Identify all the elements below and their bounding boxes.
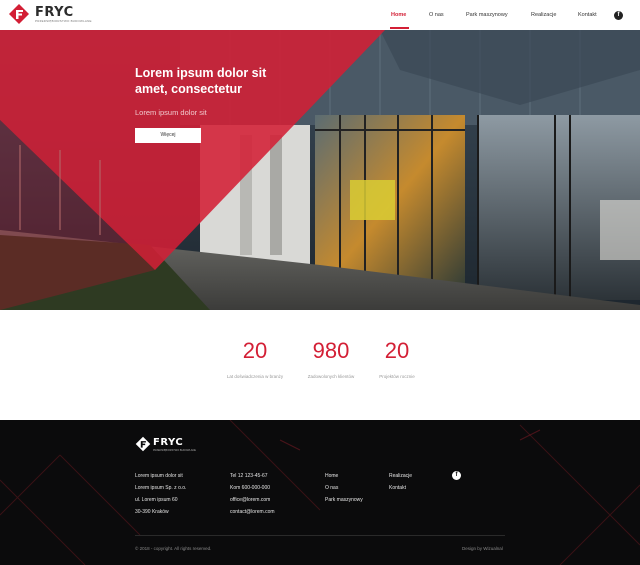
more-button[interactable]: Więcej (135, 128, 201, 143)
logo-wordmark: FRYC (35, 5, 74, 20)
logo-tagline: PRZEDSIĘBIORSTWO BUDOWLANE (35, 19, 92, 23)
hero-building-image (0, 30, 640, 310)
nav-item-kontakt[interactable]: Kontakt (578, 12, 597, 18)
nav-item-home[interactable]: Home (391, 12, 406, 18)
footer-link-park-maszynowy[interactable]: Park maszynowy (325, 497, 363, 503)
brand-logo[interactable]: FRYC PRZEDSIĘBIORSTWO BUDOWLANE (8, 3, 92, 27)
contact-phone: Tel 12 123-45-67 (230, 473, 268, 479)
contact-email-office[interactable]: office@lorem.com (230, 497, 270, 503)
hero-title: Lorem ipsum dolor sit amet, consectetur (135, 66, 267, 96)
stat-value: 20 (384, 338, 410, 363)
copyright-text: © 2018 - copyright. All rights reserved. (135, 546, 212, 551)
logo-mark-icon (135, 436, 151, 452)
nav-item-park-maszynowy[interactable]: Park maszynowy (466, 12, 508, 18)
footer-link-realizacje[interactable]: Realizacje (389, 473, 412, 479)
nav-active-indicator (390, 27, 409, 29)
logo-wordmark: FRYC (153, 437, 184, 448)
address-line: ul. Lorem ipsum 60 (135, 497, 178, 503)
facebook-icon[interactable]: f (614, 11, 623, 20)
footer-logo[interactable]: FRYC PRZEDSIĘBIORSTWO BUDOWLANE (135, 436, 196, 454)
stat-label: Projektów rocznie (379, 374, 415, 379)
footer-link-o-nas[interactable]: O nas (325, 485, 338, 491)
address-line: 30-390 Kraków (135, 509, 169, 515)
nav-item-realizacje[interactable]: Realizacje (531, 12, 556, 18)
footer-divider (135, 535, 505, 536)
design-credit[interactable]: Design by Wizualnal (462, 546, 503, 551)
footer-background-pattern (0, 420, 640, 565)
hero-subtitle: Lorem ipsum dolor sit (135, 108, 207, 117)
logo-tagline: PRZEDSIĘBIORSTWO BUDOWLANE (153, 449, 196, 452)
site-header: FRYC PRZEDSIĘBIORSTWO BUDOWLANE Home O n… (0, 0, 640, 30)
hero-banner: Lorem ipsum dolor sit amet, consectetur … (0, 30, 640, 310)
facebook-icon[interactable]: f (452, 471, 461, 480)
footer-link-kontakt[interactable]: Kontakt (389, 485, 406, 491)
logo-mark-icon (9, 4, 29, 24)
address-line: Lorem ipsum dolor sit (135, 473, 183, 479)
contact-email-contact[interactable]: contact@lorem.com (230, 509, 275, 515)
stat-projects: 20 Projektów rocznie (352, 338, 442, 379)
address-line: Lorem ipsum Sp. z o.o. (135, 485, 187, 491)
contact-mobile: Kom 600-000-000 (230, 485, 271, 491)
footer-link-home[interactable]: Home (325, 473, 338, 479)
nav-item-o-nas[interactable]: O nas (429, 12, 444, 18)
site-footer: FRYC PRZEDSIĘBIORSTWO BUDOWLANE Lorem ip… (0, 420, 640, 565)
